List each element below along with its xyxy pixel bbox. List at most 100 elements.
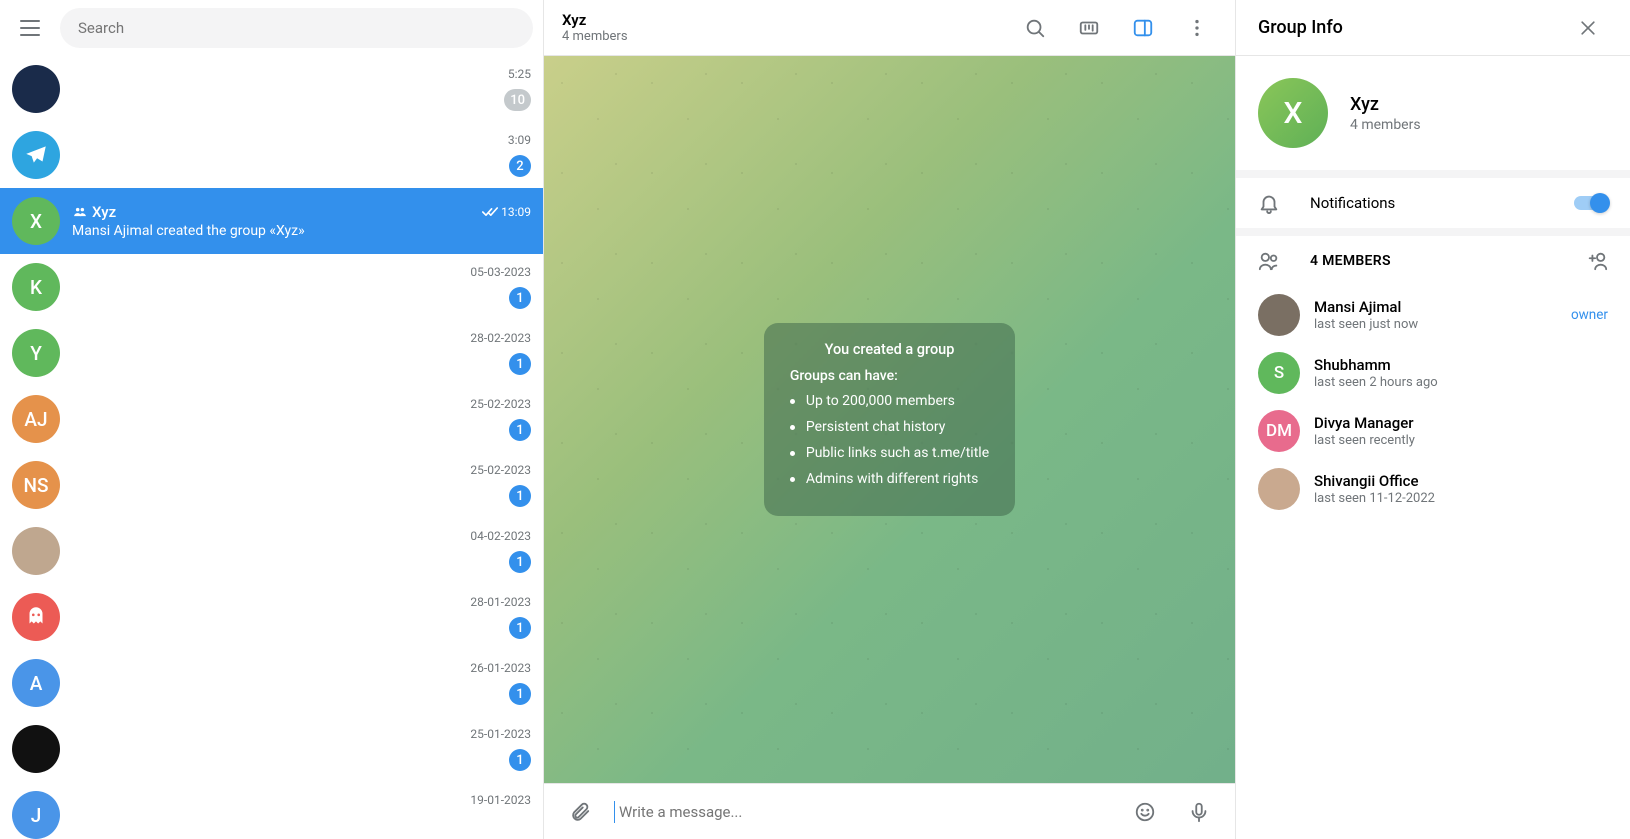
members-title: 4 MEMBERS	[1310, 253, 1391, 269]
chat-item[interactable]: 25-01-2023 1	[0, 716, 543, 782]
chat-header: Xyz 4 members	[544, 0, 1235, 56]
member-status: last seen just now	[1314, 317, 1557, 332]
member-name: Divya Manager	[1314, 414, 1608, 432]
info-header: Group Info	[1236, 0, 1630, 56]
chat-panel: Xyz 4 members You created a group Groups…	[544, 0, 1235, 839]
chat-item[interactable]: 5:25 10	[0, 56, 543, 122]
chat-time: 13:09	[482, 205, 531, 219]
member-row[interactable]: SShubhammlast seen 2 hours ago	[1236, 344, 1630, 402]
chat-time: 25-01-2023	[470, 727, 531, 741]
unread-badge: 1	[509, 683, 531, 705]
chat-item[interactable]: 04-02-2023 1	[0, 518, 543, 584]
unread-badge: 1	[509, 287, 531, 309]
unread-badge: 1	[509, 419, 531, 441]
chat-subtitle: 4 members	[562, 29, 628, 45]
search-input[interactable]	[60, 8, 533, 48]
avatar: AJ	[12, 395, 60, 443]
chat-time: 25-02-2023	[470, 463, 531, 477]
chat-item[interactable]: AJ 25-02-2023 1	[0, 386, 543, 452]
sidebar: 5:25103:092XXyz13:09Mansi Ajimal created…	[0, 0, 544, 839]
welcome-item: Admins with different rights	[790, 470, 989, 489]
info-panel: Group Info X Xyz 4 members Notifications	[1235, 0, 1630, 839]
chat-time: 05-03-2023	[470, 265, 531, 279]
chat-time: 28-02-2023	[470, 331, 531, 345]
owner-tag: owner	[1571, 307, 1608, 323]
unread-badge: 1	[509, 749, 531, 771]
message-input[interactable]	[614, 801, 1111, 823]
chat-time: 5:25	[508, 67, 531, 81]
profile-section: X Xyz 4 members	[1236, 56, 1630, 178]
add-person-icon	[1586, 250, 1608, 272]
hamburger-icon	[20, 20, 40, 36]
bell-icon	[1258, 192, 1282, 214]
member-name: Shubhamm	[1314, 356, 1608, 374]
notifications-toggle[interactable]	[1574, 196, 1608, 210]
chat-body: 28-02-20231	[72, 331, 531, 375]
member-row[interactable]: Mansi Ajimallast seen just nowowner	[1236, 286, 1630, 344]
chat-body: 04-02-2023 1	[72, 529, 531, 573]
chat-background: You created a group Groups can have: Up …	[544, 56, 1235, 783]
unread-badge: 1	[509, 617, 531, 639]
chat-body: 26-01-20231	[72, 661, 531, 705]
profile-name: Xyz	[1350, 94, 1421, 115]
avatar: DM	[1258, 410, 1300, 452]
chat-preview: Mansi Ajimal created the group «Xyz»	[72, 223, 531, 239]
welcome-item: Public links such as t.me/title	[790, 444, 989, 463]
unread-badge: 1	[509, 485, 531, 507]
chat-time: 04-02-2023	[470, 529, 531, 543]
paperclip-icon	[569, 801, 591, 823]
chat-list[interactable]: 5:25103:092XXyz13:09Mansi Ajimal created…	[0, 56, 543, 839]
avatar: K	[12, 263, 60, 311]
chat-time: 19-01-2023	[470, 793, 531, 807]
avatar	[12, 131, 60, 179]
members-head: 4 MEMBERS	[1236, 236, 1630, 286]
chat-item[interactable]: Y28-02-20231	[0, 320, 543, 386]
chat-name: Xyz	[72, 203, 116, 221]
emoji-button[interactable]	[1125, 792, 1165, 832]
chat-item[interactable]: A26-01-20231	[0, 650, 543, 716]
sidepanel-icon	[1132, 17, 1154, 39]
chat-item[interactable]: 28-01-2023 1	[0, 584, 543, 650]
search-chat-button[interactable]	[1015, 8, 1055, 48]
attach-button[interactable]	[560, 792, 600, 832]
chat-time: 25-02-2023	[470, 397, 531, 411]
notifications-row[interactable]: Notifications	[1236, 178, 1630, 228]
chat-header-info[interactable]: Xyz 4 members	[562, 11, 628, 45]
chat-body: 5:25 10	[72, 67, 531, 111]
chat-time: 28-01-2023	[470, 595, 531, 609]
call-button[interactable]	[1069, 8, 1109, 48]
chat-item[interactable]: J 19-01-2023	[0, 782, 543, 839]
chat-item[interactable]: NS25-02-20231	[0, 452, 543, 518]
sidepanel-toggle[interactable]	[1123, 8, 1163, 48]
chat-body: Xyz 13:09 Mansi Ajimal created the group «…	[72, 203, 531, 239]
avatar	[12, 527, 60, 575]
video-chat-icon	[1078, 17, 1100, 39]
people-icon	[1258, 250, 1282, 272]
add-member-button[interactable]	[1586, 250, 1608, 272]
chat-item[interactable]: XXyz13:09Mansi Ajimal created the group …	[0, 188, 543, 254]
member-status: last seen 2 hours ago	[1314, 375, 1608, 390]
welcome-item: Persistent chat history	[790, 418, 989, 437]
member-status: last seen recently	[1314, 433, 1608, 448]
composer	[544, 783, 1235, 839]
member-row[interactable]: Shivangii Officelast seen 11-12-2022	[1236, 460, 1630, 518]
menu-button[interactable]	[10, 8, 50, 48]
member-row[interactable]: DM Divya Managerlast seen recently	[1236, 402, 1630, 460]
chat-body: 05-03-2023 1	[72, 265, 531, 309]
group-icon	[72, 205, 88, 219]
member-status: last seen 11-12-2022	[1314, 491, 1608, 506]
member-name: Shivangii Office	[1314, 472, 1608, 490]
avatar: J	[12, 791, 60, 839]
chat-item[interactable]: 3:092	[0, 122, 543, 188]
chat-item[interactable]: K 05-03-2023 1	[0, 254, 543, 320]
notifications-section: Notifications	[1236, 178, 1630, 236]
profile-head[interactable]: X Xyz 4 members	[1236, 56, 1630, 170]
unread-badge: 1	[509, 551, 531, 573]
close-icon	[1578, 18, 1598, 38]
close-info-button[interactable]	[1568, 8, 1608, 48]
info-title: Group Info	[1258, 17, 1343, 38]
more-button[interactable]	[1177, 8, 1217, 48]
unread-badge: 10	[504, 89, 531, 111]
chat-body: 28-01-2023 1	[72, 595, 531, 639]
voice-button[interactable]	[1179, 792, 1219, 832]
